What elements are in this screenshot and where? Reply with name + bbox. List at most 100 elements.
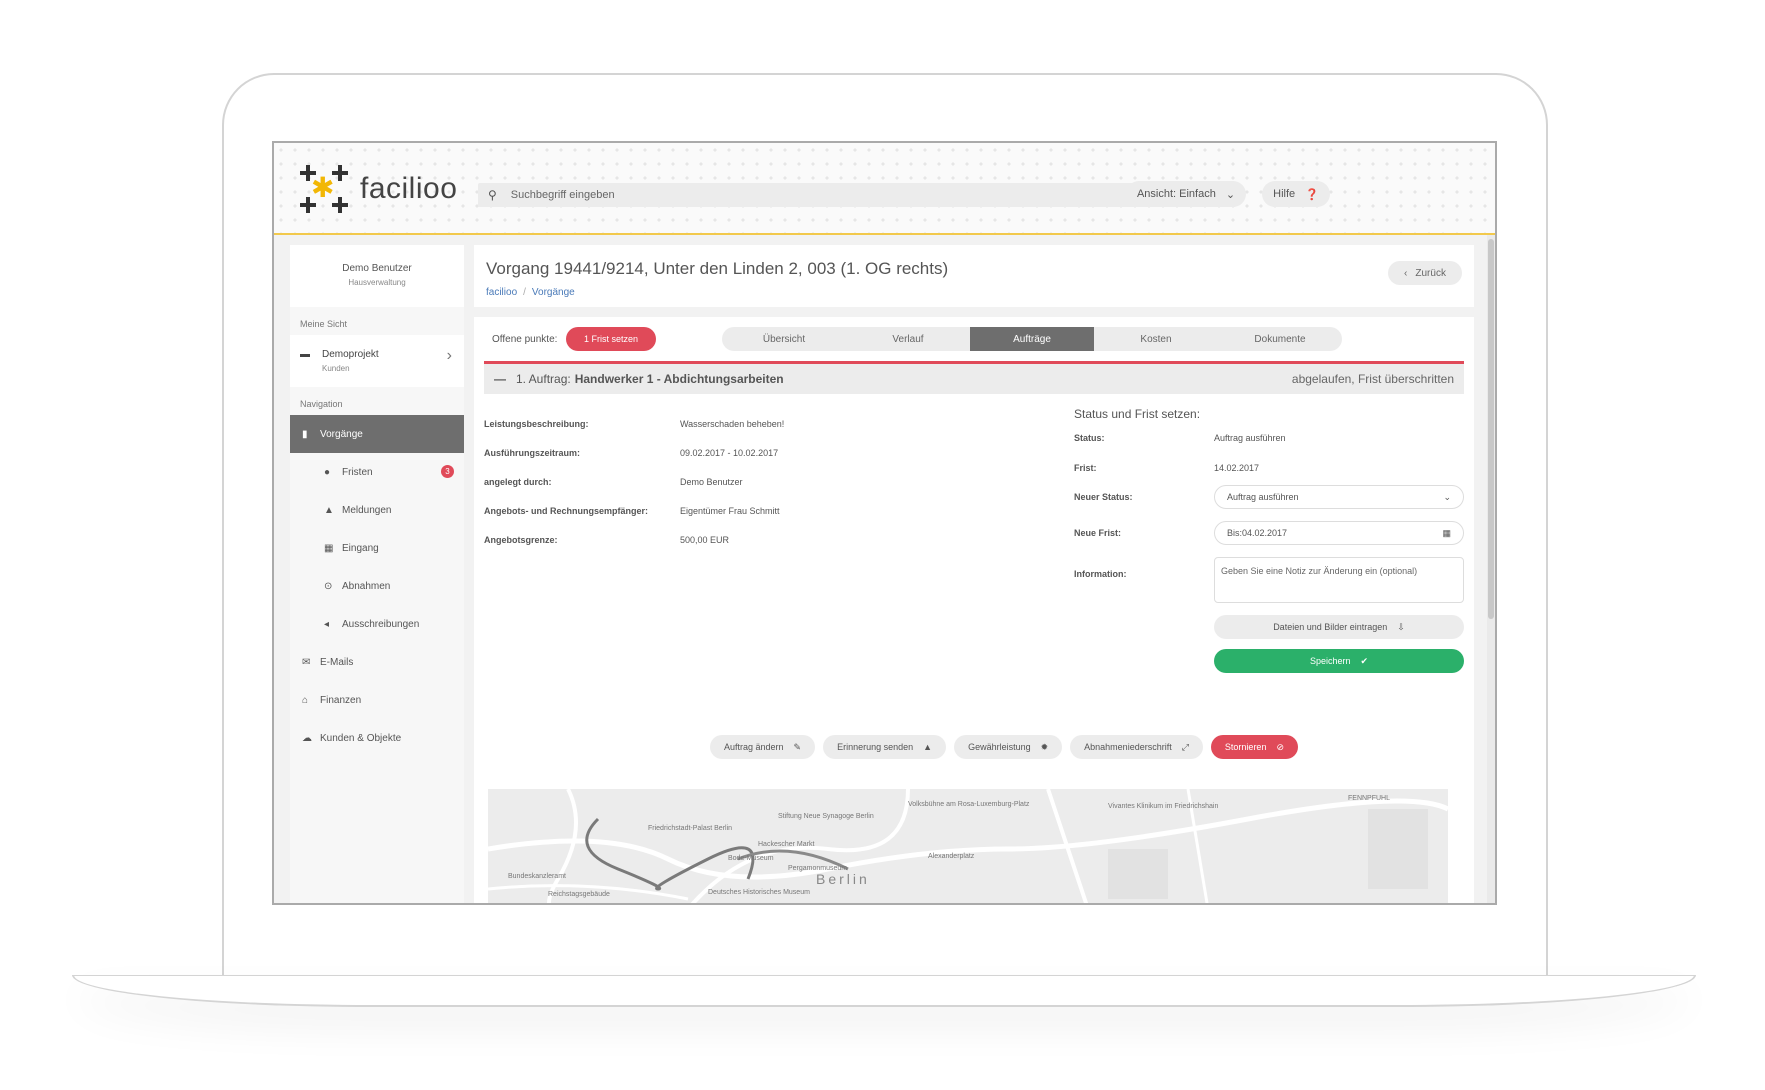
section-navigation: Navigation (300, 399, 343, 409)
sidebar-item-finanzen[interactable]: ⌂ Finanzen (290, 681, 464, 719)
laptop-base (72, 975, 1696, 1007)
bell-icon: ▲ (324, 504, 334, 516)
new-frist-input[interactable]: Bis:04.02.2017 ▦ (1214, 521, 1464, 545)
warranty-label: Gewährleistung (968, 742, 1031, 752)
detail-value: 09.02.2017 - 10.02.2017 (680, 448, 779, 458)
map-label: Alexanderplatz (928, 853, 975, 860)
new-status-select[interactable]: Auftrag ausführen ⌄ (1214, 485, 1464, 509)
chevron-left-icon: ‹ (1404, 267, 1408, 279)
map-label: Friedrichstadt-Palast Berlin (648, 825, 733, 832)
send-reminder-button[interactable]: Erinnerung senden ▲ (823, 735, 947, 759)
megaphone-icon: ◂ (324, 618, 330, 630)
detail-row: Angebotsgrenze: 500,00 EUR (484, 533, 1024, 547)
view-label: Ansicht: Einfach (1136, 188, 1216, 200)
check-icon: ✔ (1360, 655, 1369, 666)
sidebar-item-kunden[interactable]: ☁ Kunden & Objekte (290, 719, 464, 757)
breadcrumb-home[interactable]: facilioo (486, 287, 517, 298)
detail-key: Leistungsbeschreibung: (484, 419, 589, 429)
ban-icon: ⊘ (1276, 741, 1284, 752)
tab-uebersicht[interactable]: Übersicht (722, 327, 846, 351)
back-button[interactable]: ‹ Zurück (1388, 261, 1462, 285)
tab-kosten[interactable]: Kosten (1094, 327, 1218, 351)
pencil-icon: ✎ (793, 741, 802, 752)
tab-auftraege[interactable]: Aufträge (970, 327, 1094, 351)
title-bar: Vorgang 19441/9214, Unter den Linden 2, … (474, 245, 1474, 307)
search-input[interactable]: ⚲ Suchbegriff eingeben (478, 183, 1202, 207)
map[interactable]: Friedrichstadt-Palast Berlin Stiftung Ne… (488, 789, 1448, 903)
scrollbar-thumb[interactable] (1488, 239, 1494, 619)
section-my-view: Meine Sicht (300, 319, 348, 329)
acceptance-report-button[interactable]: Abnahmeniederschrift ⤢ (1070, 735, 1203, 759)
user-card[interactable]: Demo Benutzer Hausverwaltung (290, 245, 464, 307)
status-label: Status: (1074, 433, 1105, 443)
help-button[interactable]: Hilfe ❓ (1262, 181, 1330, 207)
detail-key: Ausführungszeitraum: (484, 448, 581, 458)
sidebar-item-label: Fristen (342, 466, 373, 478)
user-role: Hausverwaltung (348, 278, 406, 287)
cancel-order-button[interactable]: Stornieren ⊘ (1210, 735, 1298, 759)
chevron-down-icon: ⌄ (1225, 188, 1236, 201)
info-textarea[interactable]: Geben Sie eine Notiz zur Änderung ein (o… (1214, 557, 1464, 603)
map-label: Bundeskanzleramt (508, 873, 566, 880)
map-label: FENNPFUHL (1348, 795, 1391, 802)
new-frist-row: Neue Frist: Bis:04.02.2017 ▦ (1074, 521, 1464, 545)
calendar-icon: ▦ (1442, 527, 1451, 538)
sidebar-item-abnahmen[interactable]: ⊙ Abnahmen (290, 567, 464, 605)
status-value: Auftrag ausführen (1214, 433, 1286, 443)
breadcrumb-separator: / (523, 287, 526, 298)
view-select[interactable]: Ansicht: Einfach ⌄ (1126, 181, 1246, 207)
sidebar-item-vorgaenge[interactable]: ▮ Vorgänge (290, 415, 464, 453)
sidebar-item-label: Abnahmen (342, 580, 391, 592)
qr-icon: ▦ (324, 542, 334, 554)
bell-icon: ▲ (923, 742, 933, 752)
sidebar-item-meldungen[interactable]: ▲ Meldungen (290, 491, 464, 529)
detail-row: Angebots- und Rechnungsempfänger: Eigent… (484, 504, 1024, 518)
sidebar-item-label: Eingang (342, 542, 379, 554)
new-frist-value: Bis:04.02.2017 (1227, 528, 1288, 538)
set-deadline-button[interactable]: 1 Frist setzen (566, 327, 656, 351)
sidebar-item-fristen[interactable]: ● Fristen 3 (290, 453, 464, 491)
page-title: Vorgang 19441/9214, Unter den Linden 2, … (486, 259, 949, 278)
cancel-label: Stornieren (1224, 742, 1267, 752)
action-row: Auftrag ändern ✎ Erinnerung senden ▲ Gew… (474, 735, 1474, 759)
status-form: Status und Frist setzen: Status: Auftrag… (1074, 407, 1464, 673)
status-row: Status: Auftrag ausführen (1074, 433, 1464, 443)
detail-value: Demo Benutzer (680, 477, 743, 487)
app-header: ✱ facilioo ⚲ Suchbegriff eingeben Ansich… (274, 143, 1495, 235)
sidebar-item-label: E-Mails (320, 656, 354, 668)
upload-files-button[interactable]: Dateien und Bilder eintragen ⇩ (1214, 615, 1464, 639)
new-frist-label: Neue Frist: (1074, 528, 1122, 538)
search-placeholder: Suchbegriff eingeben (510, 189, 615, 201)
expand-icon: ⤢ (1181, 741, 1189, 752)
collapse-icon[interactable]: — (494, 372, 506, 386)
save-button[interactable]: Speichern ✔ (1214, 649, 1464, 673)
sidebar-item-emails[interactable]: ✉ E-Mails (290, 643, 464, 681)
map-label: Reichstagsgebäude (548, 891, 610, 898)
map-label: Vivantes Klinikum im Friedrichshain (1108, 803, 1219, 810)
project-name: Demoprojekt (322, 349, 379, 360)
tab-verlauf[interactable]: Verlauf (846, 327, 970, 351)
logo[interactable]: ✱ facilioo (300, 165, 457, 213)
info-label: Information: (1074, 569, 1127, 579)
tabs-row: Offene punkte: 1 Frist setzen Übersicht … (484, 327, 1464, 353)
back-label: Zurück (1415, 267, 1446, 279)
sidebar-item-label: Ausschreibungen (342, 618, 420, 630)
project-selector[interactable]: ▬ Demoprojekt Kunden › (290, 335, 464, 387)
logo-mark-icon: ✱ (300, 165, 348, 213)
auftrag-prefix: 1. Auftrag: (516, 372, 571, 386)
sidebar-item-ausschreibungen[interactable]: ◂ Ausschreibungen (290, 605, 464, 643)
search-icon: ⚲ (488, 188, 497, 202)
gear-icon: ✹ (1040, 741, 1049, 752)
frist-row: Frist: 14.02.2017 (1074, 463, 1464, 473)
auftrag-name: Handwerker 1 - Abdichtungsarbeiten (574, 372, 784, 386)
scrollbar[interactable] (1487, 235, 1495, 903)
breadcrumb-vorgaenge[interactable]: Vorgänge (532, 287, 575, 298)
detail-row: Ausführungszeitraum: 09.02.2017 - 10.02.… (484, 446, 1024, 460)
help-label: Hilfe (1273, 188, 1296, 200)
sidebar-item-eingang[interactable]: ▦ Eingang (290, 529, 464, 567)
auftrag-header[interactable]: — 1. Auftrag: Handwerker 1 - Abdichtungs… (484, 364, 1464, 394)
bank-icon: ⌂ (302, 694, 309, 706)
change-order-button[interactable]: Auftrag ändern ✎ (709, 735, 816, 759)
tab-dokumente[interactable]: Dokumente (1218, 327, 1342, 351)
warranty-button[interactable]: Gewährleistung ✹ (954, 735, 1063, 759)
